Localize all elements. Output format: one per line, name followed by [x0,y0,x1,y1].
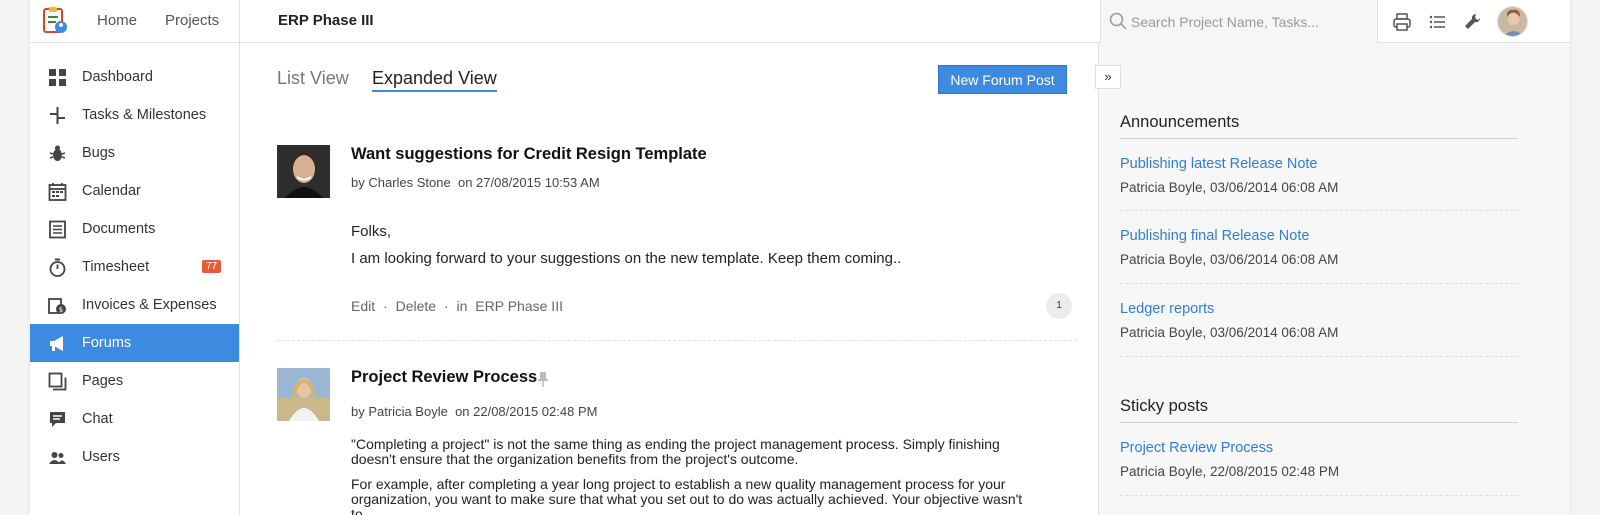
sidebar-item-bugs[interactable]: Bugs [30,134,239,172]
sidebar-item-invoices[interactable]: $ Invoices & Expenses [30,286,239,324]
post-meta: by Patricia Boyle on 22/08/2015 02:48 PM [351,404,597,419]
megaphone-icon [48,334,67,353]
sidebar-item-label: Documents [82,221,156,237]
sidebar-item-label: Bugs [82,145,116,161]
print-icon[interactable] [1392,12,1412,32]
sidebar-item-label: Timesheet [82,259,150,275]
search-input[interactable] [1131,12,1371,32]
sidebar-item-dashboard[interactable]: Dashboard [30,58,239,96]
separator-dot: · [383,298,388,314]
app-logo-icon[interactable] [40,6,70,36]
pages-icon [48,372,67,391]
app-window: Home Projects ERP Phase III Search Proje… [30,0,1570,515]
sidebar-item-label: Pages [82,373,124,389]
post-title[interactable]: Want suggestions for Credit Resign Templ… [351,145,707,164]
announcement-link[interactable]: Ledger reports [1120,301,1214,317]
sidebar-item-tasks[interactable]: Tasks & Milestones [30,96,239,134]
list-icon[interactable] [1428,12,1448,32]
sidebar-item-label: Users [82,449,120,465]
post-paragraph: For example, after completing a year lon… [351,476,1023,515]
post-author[interactable]: by Patricia Boyle [351,404,448,419]
tasks-icon [48,106,67,125]
announcement-divider [1120,356,1518,357]
calendar-icon [48,182,67,201]
announcement-divider [1120,283,1518,284]
svg-text:$: $ [59,306,63,314]
post-date: on 27/08/2015 10:53 AM [457,175,600,190]
bug-icon [48,144,67,163]
double-chevron-right-icon: » [1104,69,1112,84]
separator-dot: · [443,298,449,314]
forum-main: List View Expanded View New Forum Post W… [240,43,1098,515]
announcement-link[interactable]: Publishing final Release Note [1120,228,1309,244]
timesheet-count-badge: 77 [202,260,222,273]
right-panel: » Announcements Publishing latest Releas… [1095,43,1570,515]
sidebar-item-users[interactable]: Users [30,438,239,476]
top-divider [239,0,240,43]
chat-icon [48,410,67,429]
new-forum-post-button[interactable]: New Forum Post [938,65,1067,94]
document-icon [48,220,67,239]
section-divider [1120,422,1518,423]
project-link[interactable]: ERP Phase III [475,298,563,314]
sidebar-item-pages[interactable]: Pages [30,362,239,400]
section-divider [1120,138,1518,139]
post-author-avatar[interactable] [277,368,330,421]
announcement-meta: Patricia Boyle, 03/06/2014 06:08 AM [1120,252,1339,267]
announcement-meta: Patricia Boyle, 03/06/2014 06:08 AM [1120,180,1339,195]
comment-count-badge[interactable]: 1 [1046,293,1072,319]
post-actions: Edit · Delete · in ERP Phase III [351,298,567,314]
sidebar: Dashboard Tasks & Milestones Bugs Calend… [30,43,240,515]
sidebar-item-label: Invoices & Expenses [82,297,217,313]
sidebar-item-documents[interactable]: Documents [30,210,239,248]
announcement-link[interactable]: Publishing latest Release Note [1120,156,1317,172]
invoice-icon: $ [48,296,67,315]
sidebar-item-chat[interactable]: Chat [30,400,239,438]
announcement-divider [1120,210,1518,211]
delete-link[interactable]: Delete [396,298,436,314]
tab-list-view[interactable]: List View [277,68,349,89]
user-avatar[interactable] [1497,6,1528,37]
in-label: in [456,298,468,314]
wrench-icon[interactable] [1462,12,1482,32]
post-title[interactable]: Project Review Process [351,368,537,387]
pin-icon[interactable] [537,371,549,392]
sidebar-item-calendar[interactable]: Calendar [30,172,239,210]
dashboard-icon [48,68,67,87]
sidebar-item-forums[interactable]: Forums [30,324,239,362]
post-body-line: Folks, [351,223,392,240]
sticky-post-meta: Patricia Boyle, 22/08/2015 02:48 PM [1120,464,1340,479]
sidebar-item-timesheet[interactable]: Timesheet 77 [30,248,239,286]
edit-link[interactable]: Edit [351,298,375,314]
announcement-meta: Patricia Boyle, 03/06/2014 06:08 AM [1120,325,1339,340]
timer-icon [48,258,67,277]
post-author[interactable]: by Charles Stone [351,175,451,190]
post-body-line: I am looking forward to your suggestions… [351,250,902,267]
users-icon [48,448,67,467]
post-paragraph: "Completing a project" is not the same t… [351,436,1000,467]
sidebar-item-label: Chat [82,411,113,427]
post-meta: by Charles Stone on 27/08/2015 10:53 AM [351,175,600,190]
sidebar-item-label: Forums [82,335,132,351]
sidebar-item-label: Dashboard [82,69,153,85]
top-bar: Home Projects ERP Phase III [30,0,1570,43]
post-date: on 22/08/2015 02:48 PM [455,404,598,419]
post-author-avatar[interactable] [277,145,330,198]
nav-home[interactable]: Home [97,12,137,29]
tab-expanded-view[interactable]: Expanded View [372,68,497,92]
collapse-panel-button[interactable]: » [1095,65,1121,89]
post-divider [277,340,1077,341]
sticky-posts-title: Sticky posts [1120,397,1209,415]
search-icon [1109,12,1127,35]
sticky-post-link[interactable]: Project Review Process [1120,440,1273,456]
sidebar-item-label: Calendar [82,183,141,199]
nav-projects[interactable]: Projects [165,12,219,29]
project-title[interactable]: ERP Phase III [278,12,374,29]
search-box[interactable] [1100,0,1378,43]
announcements-title: Announcements [1120,113,1240,131]
sidebar-item-label: Tasks & Milestones [82,107,207,123]
sticky-divider [1120,495,1518,496]
